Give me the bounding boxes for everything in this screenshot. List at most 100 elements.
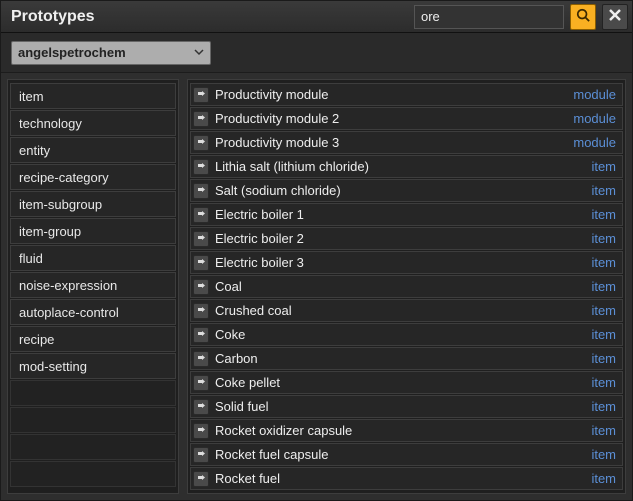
result-type-link[interactable]: item [591,399,616,414]
result-row: Productivity module module [190,83,623,106]
goto-arrow-icon[interactable] [193,111,209,127]
toolbar: angelspetrochem [1,33,632,73]
goto-arrow-icon[interactable] [193,471,209,487]
search-input[interactable] [414,5,564,29]
body: item technology entity recipe-category item-… [1,73,632,500]
result-row: Rocket fuel item [190,467,623,490]
goto-arrow-icon[interactable] [193,87,209,103]
close-button[interactable] [602,4,628,30]
sidebar-item-recipe-category[interactable]: recipe-category [10,164,176,190]
result-type-link[interactable]: item [591,279,616,294]
goto-arrow-icon[interactable] [193,135,209,151]
search-button[interactable] [570,4,596,30]
result-row: Rocket oxidizer capsule item [190,419,623,442]
result-row: Productivity module 2 module [190,107,623,130]
window-title: Prototypes [11,8,95,26]
result-row: Productivity module 3 module [190,131,623,154]
result-type-link[interactable]: item [591,207,616,222]
result-name: Solid fuel [215,399,585,414]
result-name: Lithia salt (lithium chloride) [215,159,585,174]
sidebar-item-label: technology [19,116,82,131]
result-type-link[interactable]: module [573,87,616,102]
sidebar-item-technology[interactable]: technology [10,110,176,136]
result-name: Rocket fuel [215,471,585,486]
sidebar-item-mod-setting[interactable]: mod-setting [10,353,176,379]
chevron-down-icon [194,45,204,60]
result-row: Salt (sodium chloride)item [190,179,623,202]
goto-arrow-icon[interactable] [193,351,209,367]
result-type-link[interactable]: item [591,303,616,318]
result-name: Rocket fuel capsule [215,447,585,462]
dropdown-selected: angelspetrochem [18,45,126,60]
sidebar-item-label: autoplace-control [19,305,119,320]
result-type-link[interactable]: item [591,159,616,174]
result-type-link[interactable]: item [591,231,616,246]
sidebar-item-recipe[interactable]: recipe [10,326,176,352]
sidebar-item-label: item [19,89,44,104]
result-name: Rocket oxidizer capsule [215,423,585,438]
goto-arrow-icon[interactable] [193,375,209,391]
category-sidebar[interactable]: item technology entity recipe-category item-… [7,79,179,494]
sidebar-item-fluid[interactable]: fluid [10,245,176,271]
result-type-link[interactable]: item [591,327,616,342]
result-name: Coal [215,279,585,294]
result-type-link[interactable]: item [591,183,616,198]
result-name: Electric boiler 3 [215,255,585,270]
sidebar-item-label: noise-expression [19,278,117,293]
result-type-link[interactable]: item [591,351,616,366]
sidebar-item-item-subgroup[interactable]: item-subgroup [10,191,176,217]
result-name: Productivity module [215,87,567,102]
result-name: Coke pellet [215,375,585,390]
sidebar-item-label: entity [19,143,50,158]
goto-arrow-icon[interactable] [193,423,209,439]
goto-arrow-icon[interactable] [193,255,209,271]
sidebar-item-empty [10,380,176,406]
goto-arrow-icon[interactable] [193,447,209,463]
sidebar-item-entity[interactable]: entity [10,137,176,163]
goto-arrow-icon[interactable] [193,399,209,415]
prototypes-window: Prototypes angelspetrochem item technolog… [0,0,633,501]
goto-arrow-icon[interactable] [193,183,209,199]
result-row: Electric boiler 1 item [190,203,623,226]
result-type-link[interactable]: item [591,471,616,486]
sidebar-item-empty [10,461,176,487]
goto-arrow-icon[interactable] [193,327,209,343]
result-row: Lithia salt (lithium chloride) item [190,155,623,178]
titlebar: Prototypes [1,1,632,33]
result-name: Crushed coal [215,303,585,318]
mod-dropdown[interactable]: angelspetrochem [11,41,211,65]
result-row: Carbonitem [190,347,623,370]
sidebar-item-label: item-subgroup [19,197,102,212]
sidebar-item-empty [10,407,176,433]
goto-arrow-icon[interactable] [193,231,209,247]
sidebar-item-item[interactable]: item [10,83,176,109]
result-row: Cokeitem [190,323,623,346]
goto-arrow-icon[interactable] [193,279,209,295]
result-row: Electric boiler 2item [190,227,623,250]
result-type-link[interactable]: item [591,255,616,270]
result-row: Rocket fuel capsule item [190,443,623,466]
result-row: Coal item [190,275,623,298]
sidebar-item-label: fluid [19,251,43,266]
goto-arrow-icon[interactable] [193,159,209,175]
sidebar-item-label: recipe-category [19,170,109,185]
sidebar-item-noise-expression[interactable]: noise-expression [10,272,176,298]
result-type-link[interactable]: item [591,447,616,462]
sidebar-item-autoplace-control[interactable]: autoplace-control [10,299,176,325]
sidebar-item-item-group[interactable]: item-group [10,218,176,244]
result-type-link[interactable]: module [573,135,616,150]
sidebar-item-label: item-group [19,224,81,239]
goto-arrow-icon[interactable] [193,303,209,319]
goto-arrow-icon[interactable] [193,207,209,223]
result-name: Productivity module 3 [215,135,567,150]
search-icon [576,8,590,25]
result-name: Electric boiler 1 [215,207,585,222]
sidebar-item-empty [10,434,176,460]
result-type-link[interactable]: item [591,375,616,390]
result-type-link[interactable]: item [591,423,616,438]
results-list[interactable]: Productivity modulemoduleProductivity mo… [187,79,626,494]
result-type-link[interactable]: module [573,111,616,126]
sidebar-item-label: recipe [19,332,54,347]
result-name: Productivity module 2 [215,111,567,126]
close-icon [609,9,621,24]
